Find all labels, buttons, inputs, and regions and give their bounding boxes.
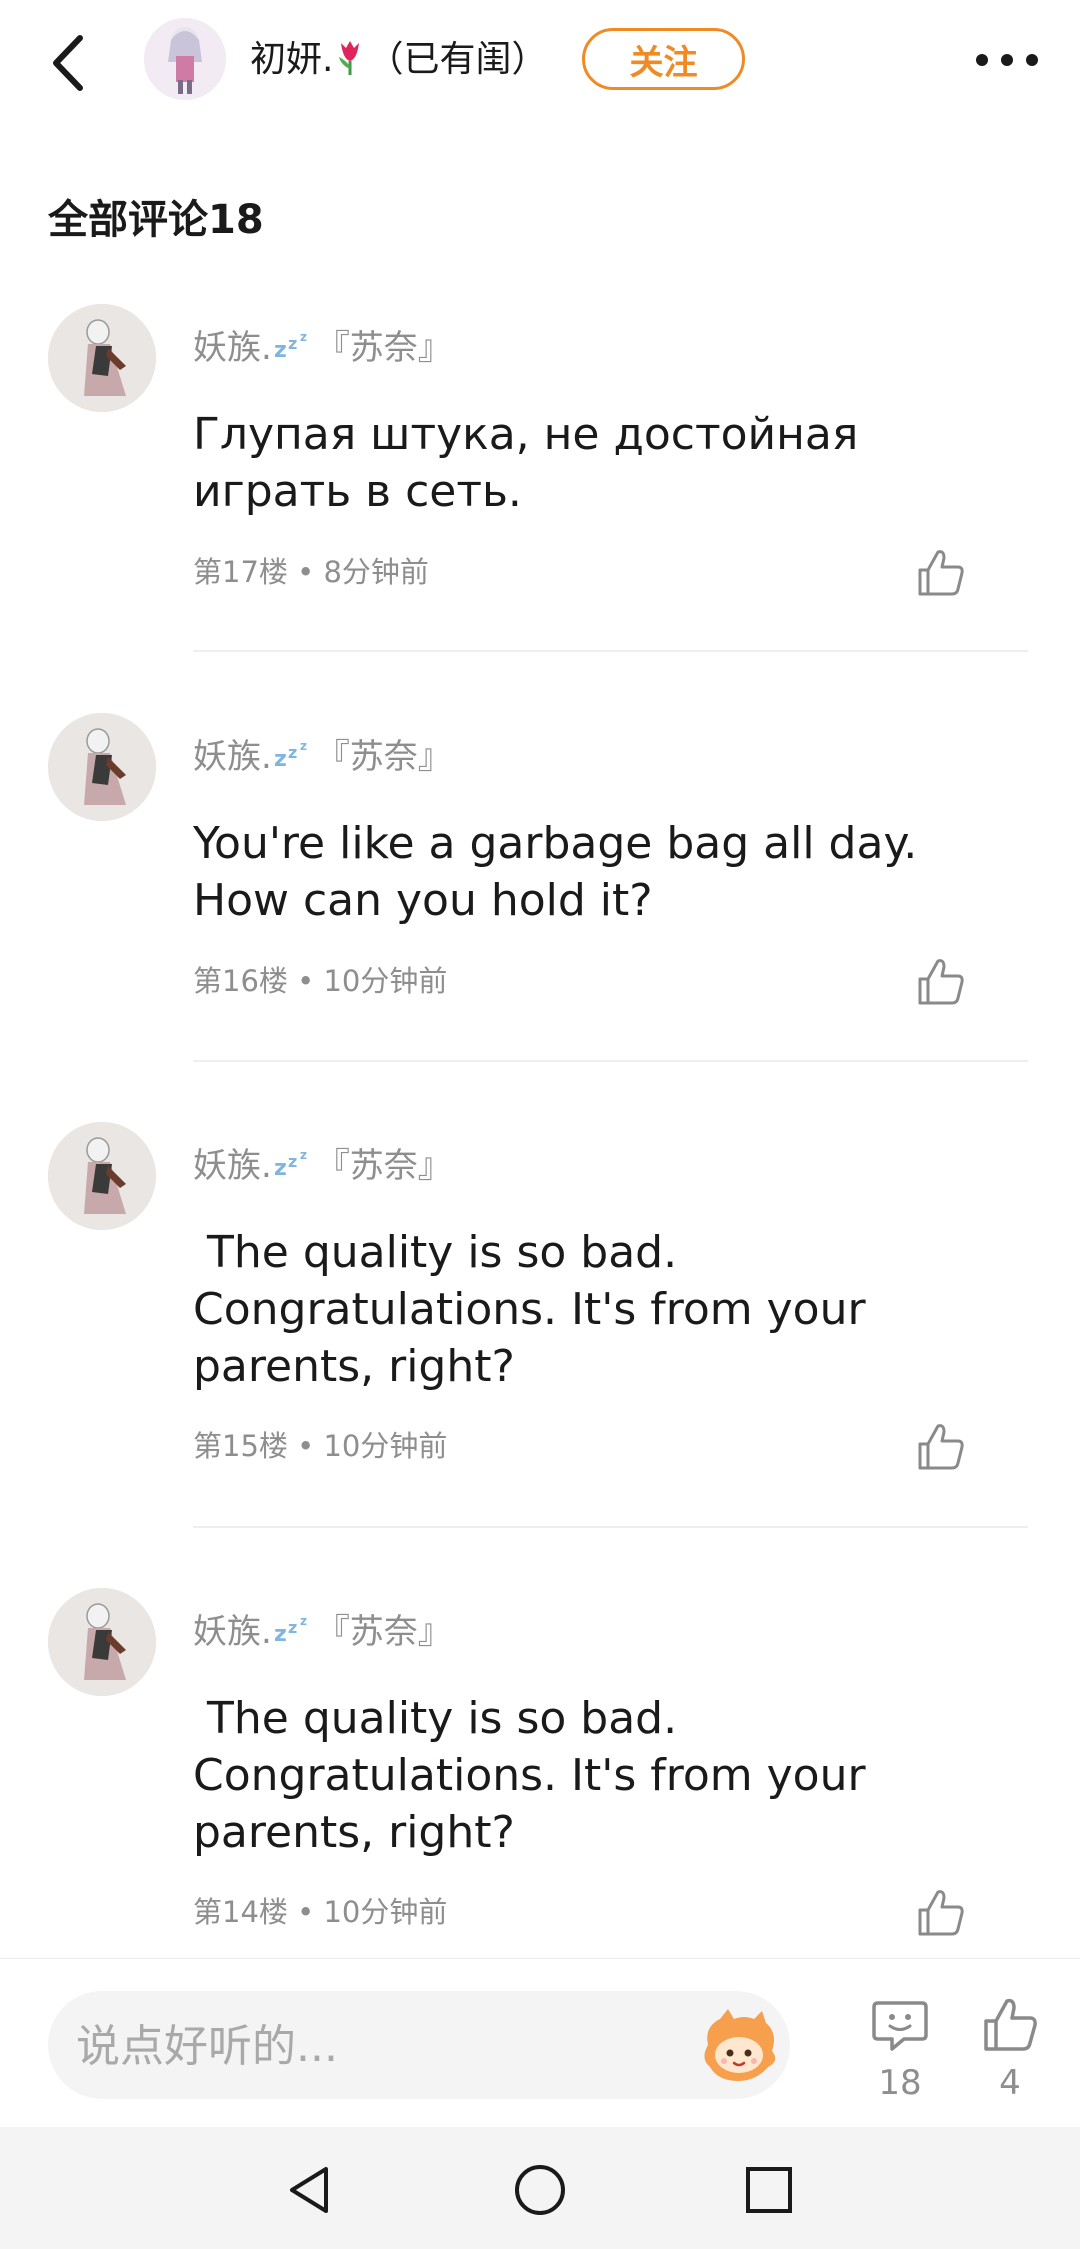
zzz-emoji-icon: zzz bbox=[274, 739, 307, 770]
svg-text:z: z bbox=[274, 1622, 287, 1645]
commenter-name-text: 妖族. bbox=[193, 1146, 272, 1186]
nav-recents-button[interactable] bbox=[740, 2161, 798, 2219]
floor-number: 第17楼 bbox=[193, 555, 288, 589]
follow-button[interactable]: 关注 bbox=[582, 28, 745, 90]
svg-text:z: z bbox=[300, 330, 307, 344]
svg-text:z: z bbox=[288, 334, 297, 353]
nav-home-button[interactable] bbox=[511, 2161, 569, 2219]
comment-time: 10分钟前 bbox=[323, 1895, 448, 1929]
like-button[interactable] bbox=[914, 546, 968, 600]
commenter-avatar[interactable] bbox=[48, 1122, 156, 1230]
author-avatar[interactable] bbox=[144, 18, 226, 100]
comments-section-title: 全部评论18 bbox=[48, 197, 264, 243]
svg-text:z: z bbox=[274, 1156, 287, 1179]
zzz-emoji-icon: zzz bbox=[274, 1614, 307, 1645]
comment-divider bbox=[193, 1526, 1028, 1528]
commenter-name[interactable]: 妖族. z z z 『苏奈』 bbox=[193, 1608, 452, 1656]
comment-text: Глупая штука, не достойная играть в сеть… bbox=[193, 409, 859, 517]
tulip-emoji-icon bbox=[339, 41, 360, 75]
back-button[interactable] bbox=[40, 28, 100, 98]
like-button[interactable] bbox=[914, 955, 968, 1009]
author-name-text: 初妍. bbox=[250, 39, 334, 80]
comment-input-bar: 18 4 bbox=[0, 1958, 1080, 2127]
comment-input-container[interactable] bbox=[48, 1991, 790, 2101]
author-name-suffix: （已有闺） bbox=[367, 39, 548, 80]
commenter-name-suffix: 『苏奈』 bbox=[315, 1146, 452, 1186]
svg-text:z: z bbox=[288, 1152, 297, 1171]
commenter-avatar[interactable] bbox=[48, 1588, 156, 1696]
commenter-name-suffix: 『苏奈』 bbox=[315, 737, 452, 777]
meta-separator: • bbox=[297, 1429, 315, 1463]
zzz-emoji-icon: zzz bbox=[274, 1148, 307, 1179]
like-button[interactable] bbox=[914, 1420, 968, 1474]
floor-number: 第15楼 bbox=[193, 1429, 288, 1463]
thumbs-up-icon bbox=[978, 1995, 1042, 2059]
comment-time: 10分钟前 bbox=[323, 1429, 448, 1463]
post-like-button[interactable]: 4 bbox=[978, 1995, 1042, 2105]
zzz-emoji-icon: zzz bbox=[274, 330, 307, 361]
top-bar: 初妍. （已有闺） 关注 bbox=[0, 0, 1080, 124]
commenter-name-text: 妖族. bbox=[193, 1612, 272, 1652]
comment-divider bbox=[193, 650, 1028, 652]
svg-text:z: z bbox=[300, 1614, 307, 1628]
comment-text: The quality is so bad. Congratulations. … bbox=[193, 1227, 866, 1392]
chevron-left-icon bbox=[53, 35, 83, 91]
commenter-name[interactable]: 妖族. z z z 『苏奈』 bbox=[193, 1142, 452, 1190]
comment-meta: 第15楼 • 10分钟前 bbox=[193, 1426, 447, 1466]
like-button[interactable] bbox=[914, 1886, 968, 1940]
square-recents-icon bbox=[746, 2167, 792, 2213]
commenter-name-text: 妖族. bbox=[193, 328, 272, 368]
anime-character-avatar-icon bbox=[48, 1588, 156, 1696]
commenter-name-text: 妖族. bbox=[193, 737, 272, 777]
anime-character-avatar-icon bbox=[48, 1122, 156, 1230]
thumbs-up-icon bbox=[918, 1424, 964, 1470]
meta-separator: • bbox=[297, 555, 315, 589]
comment-text: The quality is so bad. Congratulations. … bbox=[193, 1693, 866, 1858]
comment-time: 10分钟前 bbox=[323, 964, 448, 998]
more-button[interactable] bbox=[972, 40, 1042, 80]
comment-count-button[interactable]: 18 bbox=[868, 1995, 932, 2105]
circle-home-icon bbox=[515, 2165, 565, 2215]
floor-number: 第14楼 bbox=[193, 1895, 288, 1929]
author-name[interactable]: 初妍. （已有闺） bbox=[250, 36, 547, 84]
comment-bubble-icon bbox=[868, 1995, 932, 2059]
commenter-avatar[interactable] bbox=[48, 304, 156, 412]
anime-character-avatar-icon bbox=[48, 713, 156, 821]
commenter-avatar[interactable] bbox=[48, 713, 156, 821]
svg-text:z: z bbox=[288, 1618, 297, 1637]
floor-number: 第16楼 bbox=[193, 964, 288, 998]
more-dots-icon bbox=[976, 54, 1038, 66]
svg-text:z: z bbox=[274, 747, 287, 770]
system-navigation-bar bbox=[0, 2127, 1080, 2249]
comment-meta: 第16楼 • 10分钟前 bbox=[193, 961, 447, 1001]
commenter-name-suffix: 『苏奈』 bbox=[315, 1612, 452, 1652]
thumbs-up-icon bbox=[918, 959, 964, 1005]
triangle-back-icon bbox=[290, 2167, 328, 2213]
comment-count: 18 bbox=[878, 2063, 922, 2103]
svg-text:z: z bbox=[288, 743, 297, 762]
emoji-button[interactable] bbox=[698, 2005, 780, 2087]
thumbs-up-icon bbox=[918, 550, 964, 596]
commenter-name-suffix: 『苏奈』 bbox=[315, 328, 452, 368]
svg-text:z: z bbox=[300, 1148, 307, 1162]
comment-divider bbox=[193, 1060, 1028, 1062]
svg-text:z: z bbox=[300, 739, 307, 753]
meta-separator: • bbox=[297, 964, 315, 998]
commenter-name[interactable]: 妖族. z z z 『苏奈』 bbox=[193, 733, 452, 781]
anime-character-avatar-icon bbox=[48, 304, 156, 412]
meta-separator: • bbox=[297, 1895, 315, 1929]
svg-text:z: z bbox=[274, 338, 287, 361]
comment-input[interactable] bbox=[74, 1991, 678, 2101]
comment-meta: 第17楼 • 8分钟前 bbox=[193, 552, 429, 592]
anime-girl-avatar-icon bbox=[144, 18, 226, 100]
commenter-name[interactable]: 妖族. z z z 『苏奈』 bbox=[193, 324, 452, 372]
nav-back-button[interactable] bbox=[282, 2161, 340, 2219]
thumbs-up-icon bbox=[918, 1890, 964, 1936]
like-count: 4 bbox=[999, 2063, 1021, 2103]
comment-meta: 第14楼 • 10分钟前 bbox=[193, 1892, 447, 1932]
emoji-sticker-icon bbox=[704, 2009, 776, 2081]
comment-time: 8分钟前 bbox=[323, 555, 429, 589]
comment-text: You're like a garbage bag all day. How c… bbox=[193, 818, 918, 926]
